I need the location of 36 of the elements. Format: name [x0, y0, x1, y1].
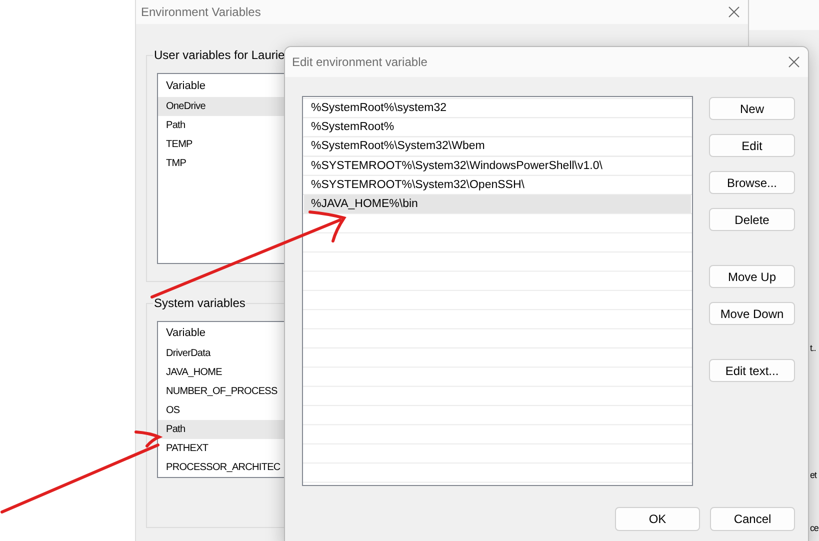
variable-row[interactable]: OneDrive	[158, 97, 285, 116]
dialog-button[interactable]: Cancel	[710, 507, 795, 531]
close-icon[interactable]	[788, 56, 800, 68]
variable-row[interactable]: OS	[158, 401, 285, 420]
variable-row[interactable]: PROCESSOR_ARCHITEC	[158, 458, 285, 477]
variable-row[interactable]: TEMP	[158, 135, 285, 154]
group-label: System variables	[153, 296, 246, 310]
variable-row[interactable]: Path	[158, 116, 285, 135]
group-label: User variables for Laurie	[153, 48, 286, 62]
column-header[interactable]: Variable	[158, 74, 285, 97]
action-button[interactable]: Browse...	[709, 171, 795, 194]
action-button[interactable]: New	[709, 97, 795, 120]
path-entry[interactable]: %JAVA_HOME%\bin	[304, 194, 691, 214]
variable-row[interactable]: Path	[158, 420, 285, 439]
path-entry[interactable]: %SystemRoot%\System32\Wbem	[304, 137, 691, 157]
close-icon[interactable]	[728, 6, 740, 18]
variable-row[interactable]: TMP	[158, 154, 285, 173]
path-entry[interactable]: %SystemRoot%\system32	[304, 99, 691, 118]
action-button[interactable]: Delete	[709, 208, 795, 231]
action-button[interactable]: Edit text...	[709, 359, 795, 382]
column-header[interactable]: Variable	[158, 322, 285, 344]
action-button[interactable]: Move Up	[709, 265, 795, 288]
text-fragment: t..	[810, 343, 816, 353]
text-fragment: et	[810, 470, 816, 480]
window-title: Environment Variables	[141, 5, 261, 19]
path-entry[interactable]: %SYSTEMROOT%\System32\WindowsPowerShell\v1.0\	[304, 156, 691, 176]
variable-row[interactable]: PATHEXT	[158, 439, 285, 458]
variable-row[interactable]: DriverData	[158, 344, 285, 363]
action-button[interactable]: Edit	[709, 134, 795, 157]
dialog-title: Edit environment variable	[292, 55, 428, 69]
text-fragment: ce	[810, 523, 818, 533]
dialog-button[interactable]: OK	[615, 507, 700, 531]
variable-row[interactable]: JAVA_HOME	[158, 363, 285, 382]
action-button[interactable]: Move Down	[709, 302, 795, 325]
path-entry[interactable]: %SystemRoot%	[304, 118, 691, 138]
variable-row[interactable]: NUMBER_OF_PROCESS	[158, 382, 285, 401]
